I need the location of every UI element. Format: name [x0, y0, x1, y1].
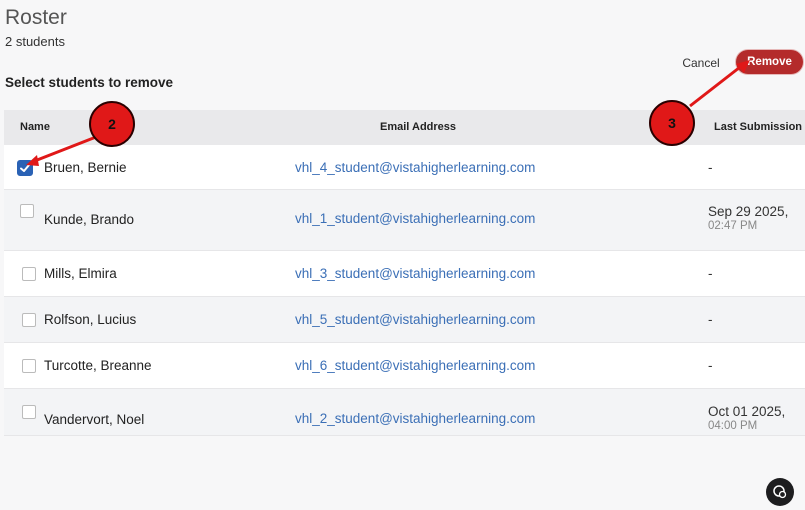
- chat-bubble-icon: [773, 485, 787, 499]
- step-callout-2: 2: [89, 101, 135, 147]
- arrow-to-remove: [689, 62, 745, 108]
- annotation-arrows: [26, 60, 750, 166]
- arrow-head-remove: [736, 60, 750, 73]
- arrow-to-checkbox: [31, 135, 97, 164]
- arrow-head-checkbox: [26, 155, 39, 166]
- step-callout-3: 3: [649, 100, 695, 146]
- chat-button[interactable]: [766, 478, 794, 506]
